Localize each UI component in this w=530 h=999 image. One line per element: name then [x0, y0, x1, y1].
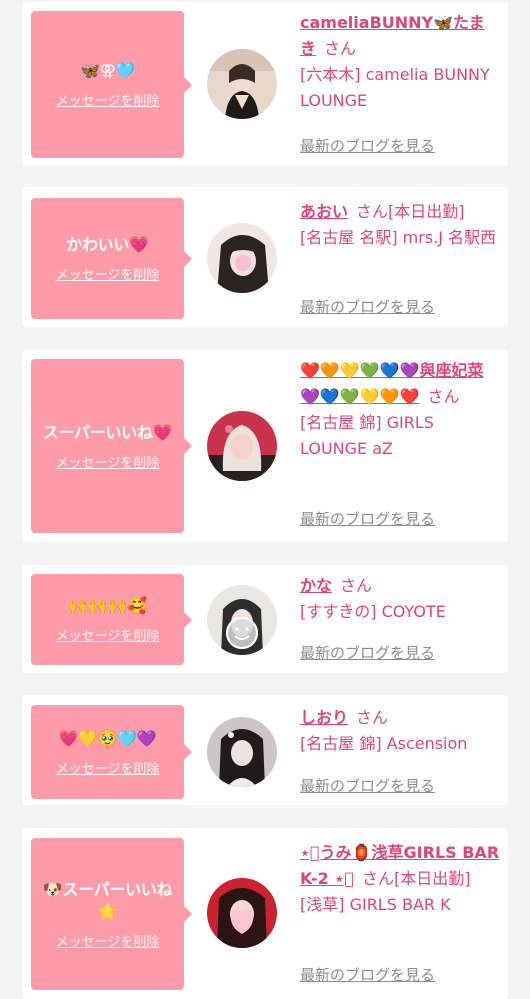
cast-info: ❤️🧡💛💚💙💜與座妃菜💜💙💚💛🧡❤️ さん [名古屋 錦] GIRLS LOUNG… — [300, 358, 500, 462]
message-card: スーパーいいね💗 メッセージを削除 ❤️🧡💛💚💙💜與座妃菜💜💙💚💛🧡❤️ さん [… — [22, 350, 508, 542]
message-bubble: 💗💛🥹🩵💜 メッセージを削除 — [31, 705, 192, 799]
reaction-text: かわいい💗 — [66, 235, 149, 254]
honorific: さん — [356, 202, 389, 221]
reaction-text: 💗💛🥹🩵💜 — [58, 728, 157, 748]
latest-blog-link[interactable]: 最新のブログを見る — [300, 296, 435, 317]
reaction-text: スーパーいいね💗 — [42, 422, 173, 442]
status-badge: [本日出勤] — [393, 869, 471, 888]
avatar[interactable] — [207, 49, 277, 119]
cast-info: あおい さん[本日出勤] [名古屋 名駅] mrs.J 名駅西 — [300, 199, 500, 251]
cast-info: かな さん [すすきの] COYOTE — [300, 573, 500, 625]
shop-info: [六本木] camelia BUNNY LOUNGE — [300, 65, 490, 110]
latest-blog-link[interactable]: 最新のブログを見る — [300, 964, 435, 985]
avatar[interactable] — [207, 878, 277, 948]
avatar[interactable] — [207, 411, 277, 481]
latest-blog-link[interactable]: 最新のブログを見る — [300, 135, 435, 156]
cast-name-link[interactable]: あおい — [300, 202, 348, 221]
message-card: かわいい💗 メッセージを削除 あおい さん[本日出勤] [名古屋 名駅] mrs.… — [22, 187, 508, 327]
message-bubble: 🦋⚢🩵 メッセージを削除 — [31, 11, 192, 158]
shop-info: [名古屋 名駅] mrs.J 名駅西 — [300, 228, 497, 247]
shop-info: [名古屋 錦] GIRLS LOUNGE aZ — [300, 413, 434, 458]
delete-message-link[interactable]: メッセージを削除 — [56, 452, 160, 471]
honorific: さん — [361, 869, 394, 888]
avatar[interactable] — [207, 585, 277, 655]
message-bubble: 🐶スーパーいいね🌟 メッセージを削除 — [31, 838, 192, 990]
latest-blog-link[interactable]: 最新のブログを見る — [300, 775, 435, 796]
message-card: 🦋⚢🩵 メッセージを削除 cameliaBUNNY🦋たまき さん [六本木] ca… — [22, 2, 508, 166]
cast-name-link[interactable]: しおり — [300, 708, 348, 727]
cast-name-link[interactable]: かな — [300, 576, 332, 595]
delete-message-link[interactable]: メッセージを削除 — [56, 625, 160, 644]
delete-message-link[interactable]: メッセージを削除 — [56, 758, 160, 777]
avatar[interactable] — [207, 717, 277, 787]
latest-blog-link[interactable]: 最新のブログを見る — [300, 642, 435, 663]
reaction-text: 🙌🙌🙌🥰 — [68, 596, 147, 615]
message-card: 💗💛🥹🩵💜 メッセージを削除 しおり さん [名古屋 錦] Ascension 最… — [22, 695, 508, 805]
latest-blog-link[interactable]: 最新のブログを見る — [300, 508, 435, 529]
avatar[interactable] — [207, 223, 277, 293]
honorific: さん — [340, 576, 373, 595]
shop-info: [名古屋 錦] Ascension — [300, 734, 468, 753]
delete-message-link[interactable]: メッセージを削除 — [56, 931, 160, 950]
cast-info: cameliaBUNNY🦋たまき さん [六本木] camelia BUNNY L… — [300, 10, 500, 114]
delete-message-link[interactable]: メッセージを削除 — [56, 264, 160, 283]
delete-message-link[interactable]: メッセージを削除 — [56, 90, 160, 109]
message-bubble: スーパーいいね💗 メッセージを削除 — [31, 359, 192, 533]
reaction-text: 🦋⚢🩵 — [79, 61, 135, 80]
message-card: 🐶スーパーいいね🌟 メッセージを削除 ⋆͛うみ🏮浅草GIRLS BAR K-2 … — [22, 828, 508, 999]
reaction-text: 🐶スーパーいいね🌟 — [42, 879, 173, 921]
shop-info: [浅草] GIRLS BAR K — [300, 895, 451, 914]
shop-info: [すすきの] COYOTE — [300, 602, 446, 621]
honorific: さん — [324, 39, 357, 58]
cast-info: しおり さん [名古屋 錦] Ascension — [300, 705, 500, 757]
status-badge: [本日出勤] — [388, 202, 465, 221]
message-bubble: 🙌🙌🙌🥰 メッセージを削除 — [31, 574, 192, 665]
message-bubble: かわいい💗 メッセージを削除 — [31, 198, 192, 319]
honorific: さん — [356, 708, 389, 727]
honorific: さん — [427, 387, 460, 406]
cast-info: ⋆͛うみ🏮浅草GIRLS BAR K-2 ⋆͛ さん[本日出勤] [浅草] GIR… — [300, 840, 500, 918]
message-card: 🙌🙌🙌🥰 メッセージを削除 かな さん [すすきの] COYOTE 最新のブログを… — [22, 565, 508, 673]
